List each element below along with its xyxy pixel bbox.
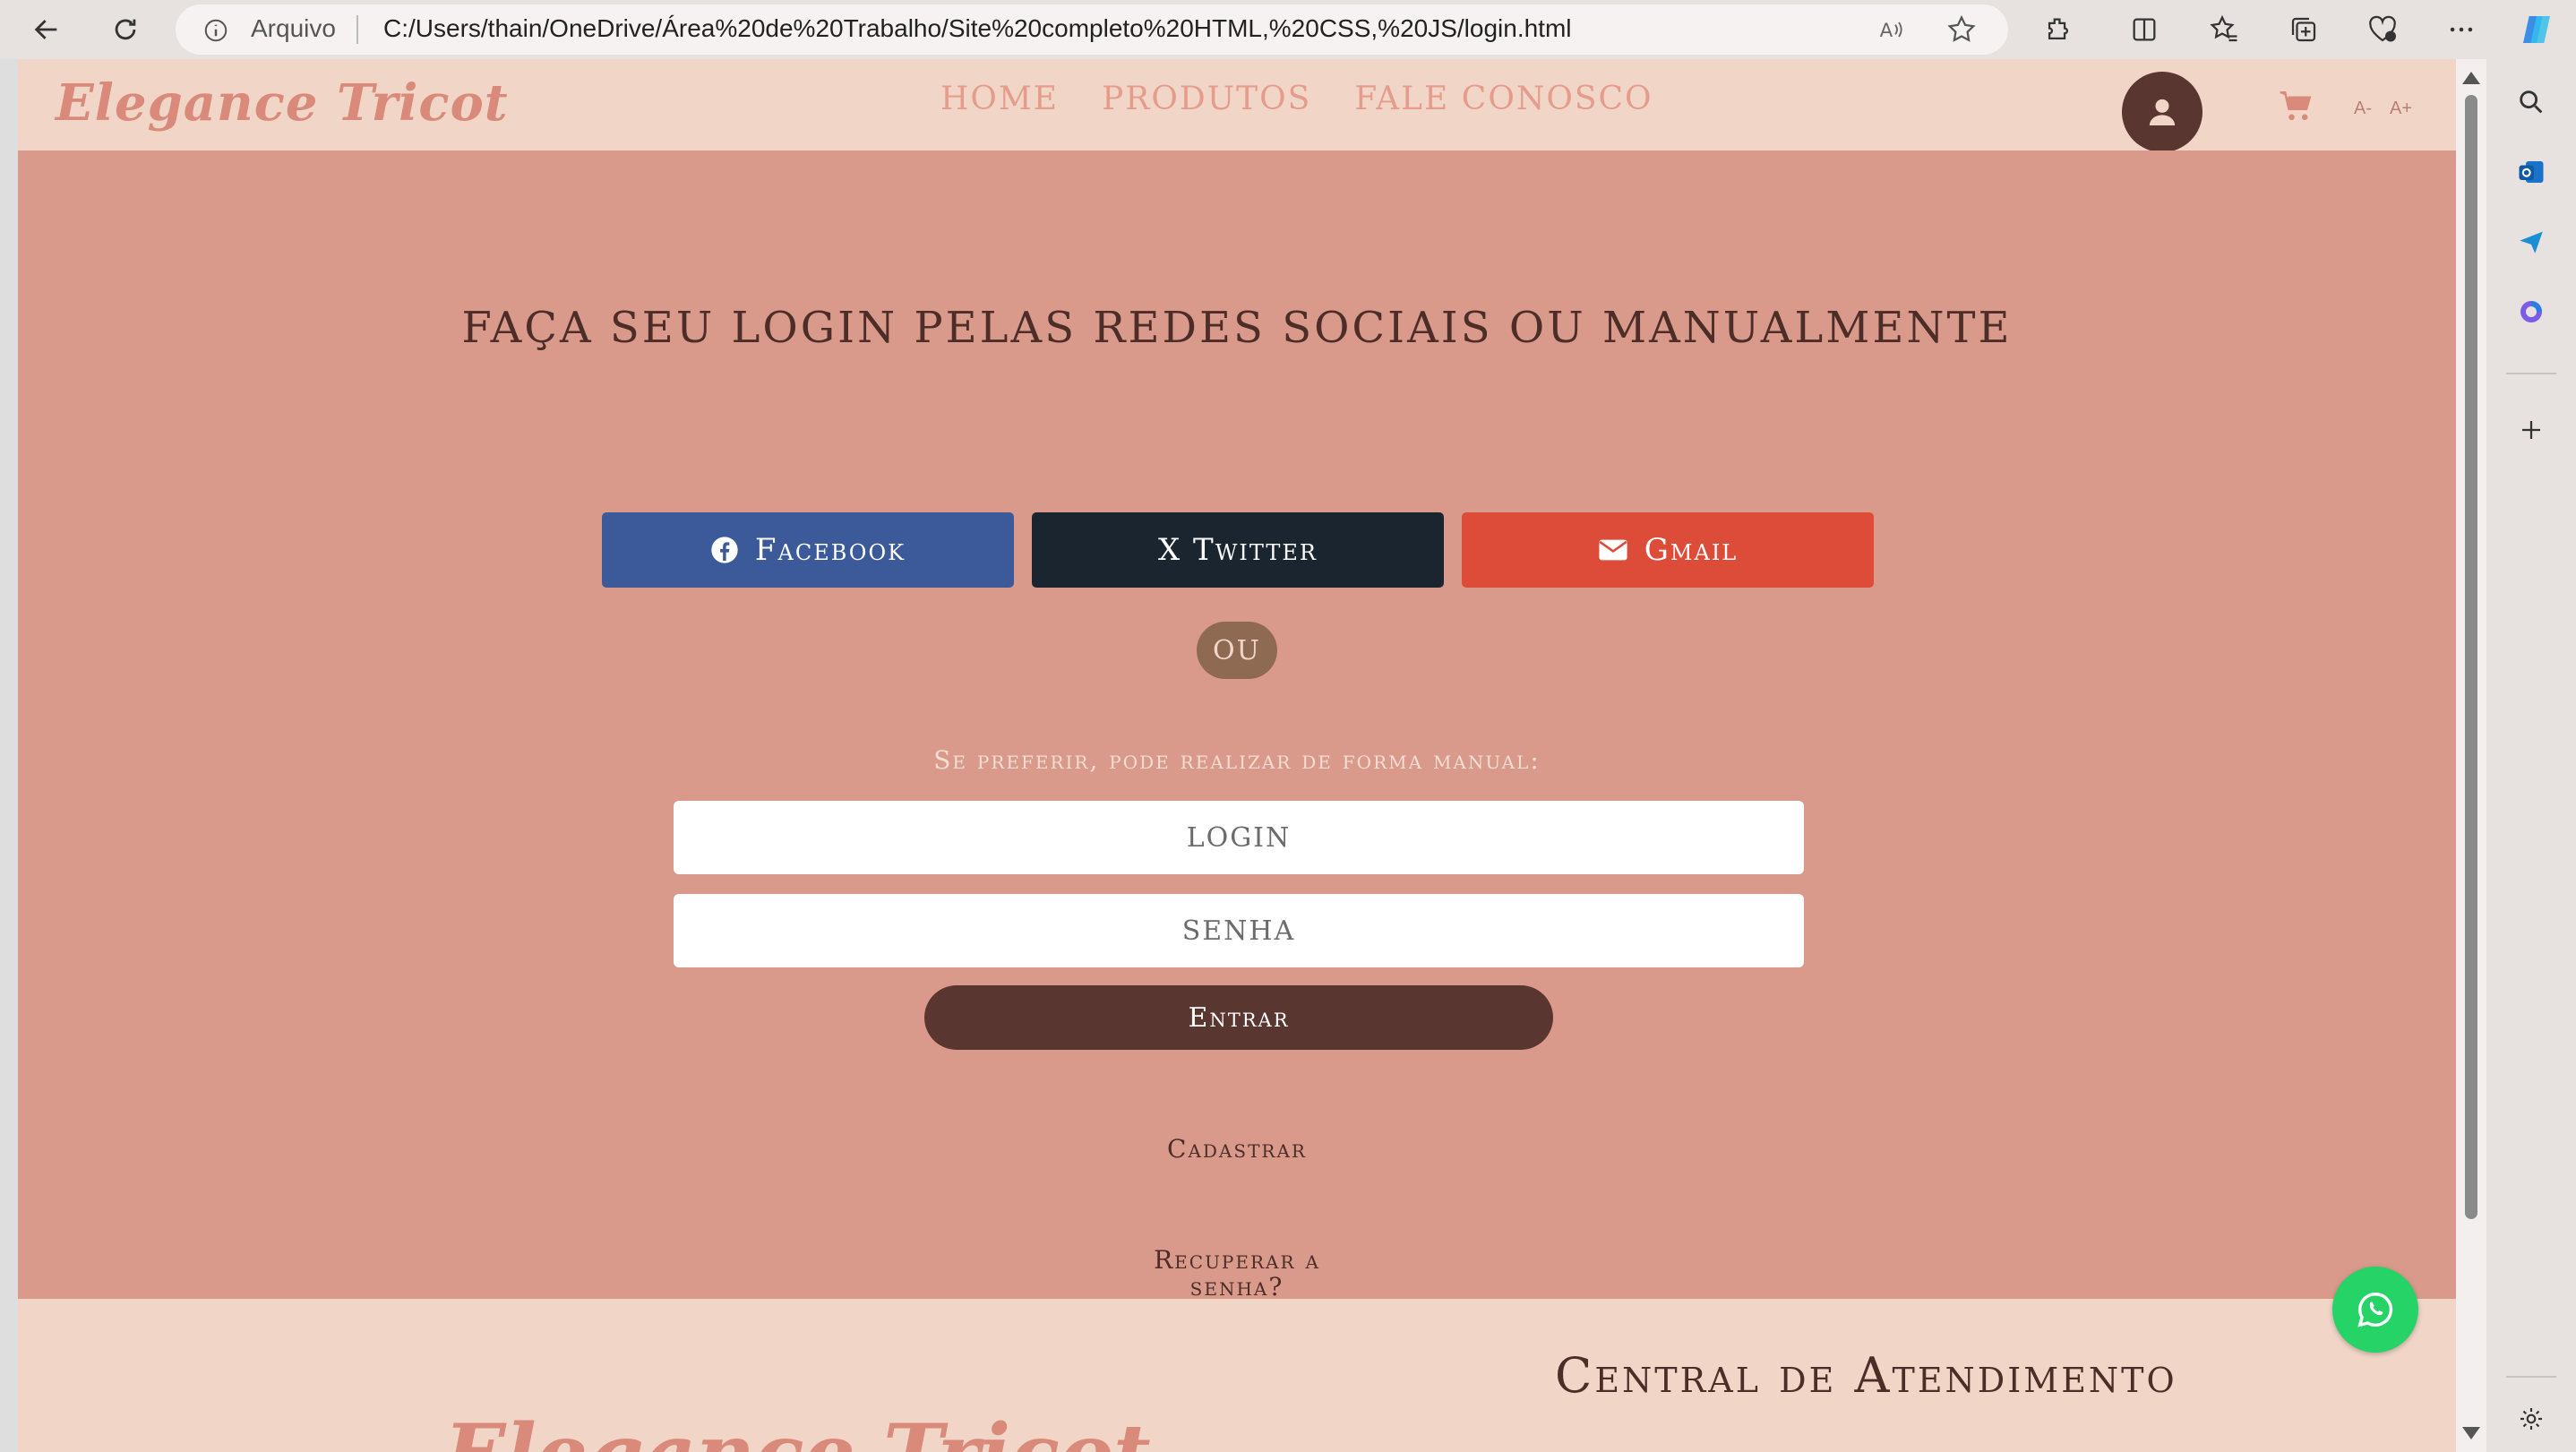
font-size-controls: A- A+: [2354, 99, 2412, 119]
gmail-login-button[interactable]: Gmail: [1462, 512, 1874, 588]
font-decrease-button[interactable]: A-: [2354, 99, 2372, 119]
footer-heading: Central de Atendimento: [1555, 1347, 2177, 1404]
site-footer: Central de Atendimento Elegance Tricot: [18, 1299, 2456, 1452]
page-scrollbar[interactable]: [2456, 59, 2486, 1452]
register-link[interactable]: Cadastrar: [18, 1134, 2456, 1164]
facebook-icon: [711, 537, 738, 563]
m365-icon[interactable]: [2506, 287, 2556, 337]
svg-text:A: A: [1880, 20, 1893, 42]
facebook-login-button[interactable]: Facebook: [602, 512, 1014, 588]
site-header: Elegance Tricot Home Produtos Fale Conos…: [18, 59, 2456, 152]
send-icon[interactable]: [2506, 217, 2556, 267]
search-icon[interactable]: [2506, 77, 2556, 127]
sidebar-divider: [2506, 373, 2556, 374]
twitter-label: X Twitter: [1158, 532, 1318, 568]
info-icon[interactable]: [202, 17, 229, 44]
copilot-icon[interactable]: [2515, 8, 2558, 51]
collections-icon[interactable]: [2282, 8, 2325, 51]
main-nav: Home Produtos Fale Conosco: [940, 81, 1653, 117]
read-aloud-icon[interactable]: A: [1877, 15, 1906, 44]
address-bar[interactable]: Arquivo C:/Users/thain/OneDrive/Área%20d…: [176, 4, 2008, 55]
sidebar-divider-bottom: [2506, 1376, 2556, 1378]
scroll-down-icon[interactable]: [2462, 1427, 2480, 1439]
user-account-button[interactable]: [2122, 72, 2202, 152]
address-separator: [356, 15, 358, 44]
social-login-buttons: Facebook X Twitter Gmail: [602, 512, 1874, 588]
submit-login-button[interactable]: Entrar: [924, 985, 1553, 1050]
footer-logo: Elegance Tricot: [444, 1406, 1151, 1452]
address-label: Arquivo: [251, 14, 336, 42]
more-options-icon[interactable]: [2440, 8, 2483, 51]
recover-password-link[interactable]: Recuperar a senha?: [1147, 1247, 1327, 1301]
password-input[interactable]: [674, 894, 1804, 967]
facebook-label: Facebook: [754, 532, 906, 568]
user-icon: [2149, 99, 2176, 125]
whatsapp-button[interactable]: [2332, 1267, 2418, 1353]
nav-produtos[interactable]: Produtos: [1102, 81, 1311, 117]
settings-gear-icon[interactable]: [2506, 1394, 2556, 1444]
favorites-icon[interactable]: [2203, 8, 2246, 51]
page-viewport: Elegance Tricot Home Produtos Fale Conos…: [18, 59, 2456, 1452]
url-text[interactable]: C:/Users/thain/OneDrive/Área%20de%20Trab…: [383, 14, 1572, 43]
favorite-star-icon[interactable]: [1945, 13, 1978, 46]
add-icon[interactable]: [2506, 405, 2556, 455]
page-title: Faça seu login pelas redes sociais ou ma…: [461, 303, 2013, 353]
browser-toolbar: Arquivo C:/Users/thain/OneDrive/Área%20d…: [0, 0, 2576, 59]
envelope-icon: [1599, 539, 1627, 561]
nav-home[interactable]: Home: [940, 81, 1059, 117]
scroll-thumb[interactable]: [2465, 95, 2477, 1219]
whatsapp-icon: [2357, 1293, 2393, 1327]
login-input[interactable]: [674, 801, 1804, 874]
edge-sidebar: [2486, 59, 2576, 1452]
scroll-up-icon[interactable]: [2462, 72, 2480, 84]
outlook-icon[interactable]: [2506, 147, 2556, 197]
login-section: Faça seu login pelas redes sociais ou ma…: [18, 150, 2456, 1301]
font-increase-button[interactable]: A+: [2390, 99, 2412, 119]
refresh-icon[interactable]: [104, 8, 147, 51]
shopping-cart-icon[interactable]: [2277, 86, 2316, 125]
or-divider: OU: [1197, 622, 1277, 679]
manual-login-hint: Se preferir, pode realizar de forma manu…: [933, 745, 1541, 775]
browser-essentials-icon[interactable]: [2361, 8, 2404, 51]
extensions-icon[interactable]: [2037, 8, 2080, 51]
back-icon[interactable]: [25, 8, 68, 51]
nav-fale-conosco[interactable]: Fale Conosco: [1354, 81, 1653, 117]
gmail-label: Gmail: [1644, 532, 1739, 568]
site-logo[interactable]: Elegance Tricot: [56, 73, 509, 133]
twitter-login-button[interactable]: X Twitter: [1032, 512, 1444, 588]
split-screen-icon[interactable]: [2123, 8, 2166, 51]
